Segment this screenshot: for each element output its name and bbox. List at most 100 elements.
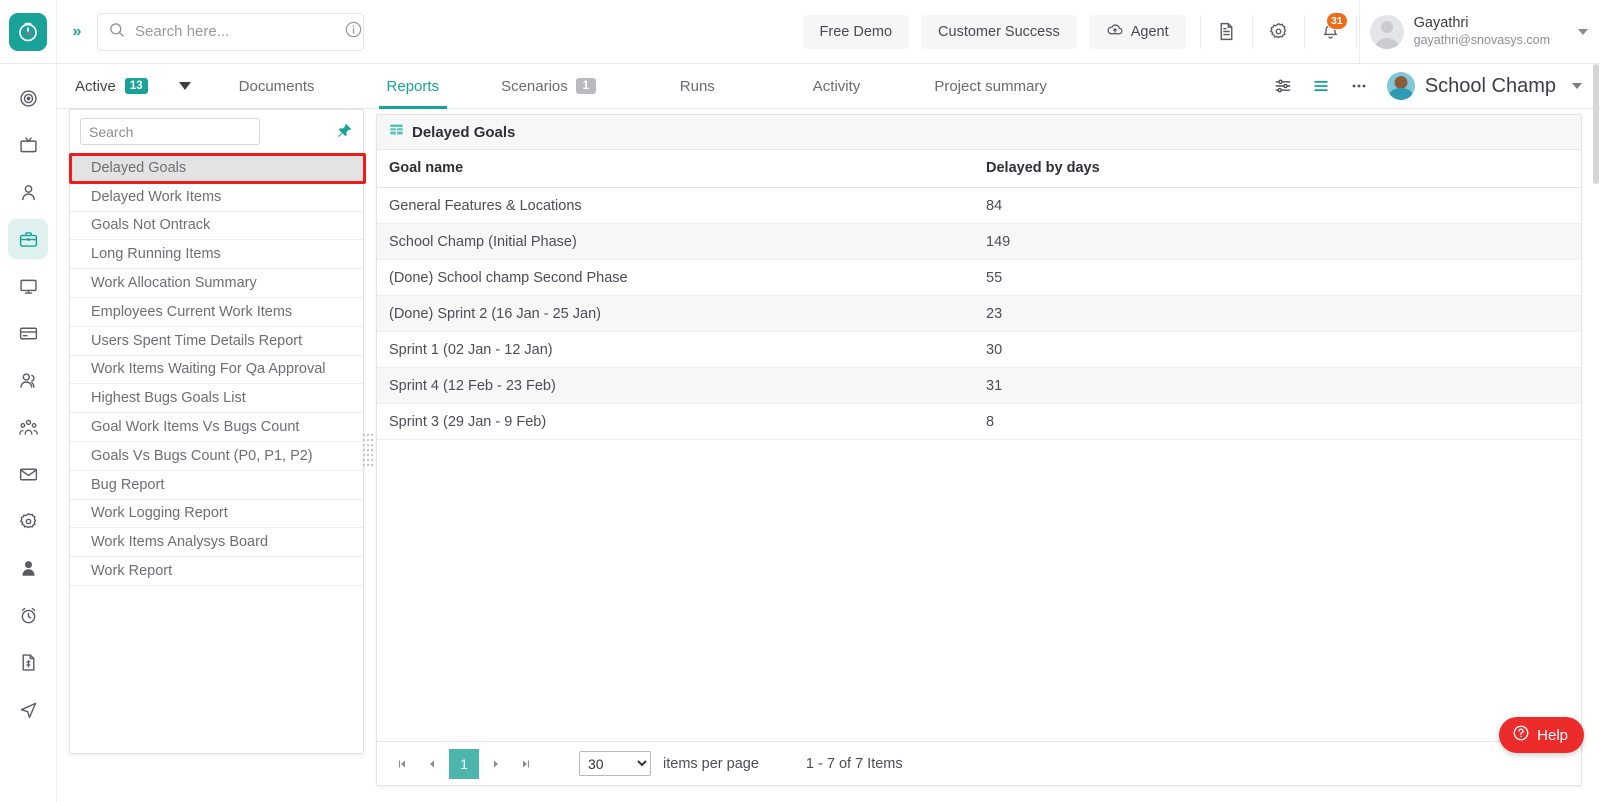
sidebar-item-card[interactable]	[8, 313, 48, 353]
sidebar-item-mail[interactable]	[8, 454, 48, 494]
list-item-label: Work Report	[91, 563, 173, 580]
panel-title-bar: Delayed Goals	[377, 115, 1581, 150]
list-item-label: Goal Work Items Vs Bugs Count	[91, 419, 300, 436]
chevron-down-icon[interactable]	[1578, 28, 1588, 35]
tab-project-summary-label: Project summary	[934, 77, 1047, 95]
document-icon[interactable]	[1203, 0, 1250, 64]
table-row[interactable]: (Done) School champ Second Phase 55	[377, 259, 1581, 296]
sidebar-item-person[interactable]	[8, 172, 48, 212]
list-item[interactable]: Work Items Waiting For Qa Approval	[70, 356, 363, 385]
more-options-icon[interactable]	[1349, 76, 1369, 96]
items-per-page-label: items per page	[663, 755, 759, 772]
page-scrollbar[interactable]	[1593, 64, 1599, 802]
column-header-delayed-days[interactable]: Delayed by days	[974, 150, 1581, 188]
help-button[interactable]: Help	[1499, 717, 1584, 753]
list-item[interactable]: Highest Bugs Goals List	[70, 384, 363, 414]
app-logo-icon[interactable]	[9, 12, 47, 51]
sidebar-expand-icon[interactable]: »	[57, 23, 91, 41]
table-row[interactable]: General Features & Locations 84	[377, 187, 1581, 224]
next-page-icon[interactable]	[481, 749, 511, 779]
sidebar-item-group[interactable]	[8, 407, 48, 447]
list-item-label: Work Logging Report	[91, 505, 228, 522]
sidebar-item-briefcase[interactable]	[8, 219, 48, 259]
panel-splitter-handle[interactable]	[363, 420, 373, 480]
cell-delayed-days: 55	[974, 259, 1581, 296]
sidebar-item-send[interactable]	[8, 689, 48, 729]
sidebar-item-settings[interactable]	[8, 501, 48, 541]
chevron-down-icon[interactable]	[1572, 83, 1582, 89]
table-row[interactable]: Sprint 4 (12 Feb - 23 Feb) 31	[377, 367, 1581, 404]
active-filter-dropdown[interactable]: Active 13	[57, 78, 191, 95]
list-item[interactable]: Goals Not Ontrack	[70, 212, 363, 241]
list-item[interactable]: Employees Current Work Items	[70, 298, 363, 327]
sidebar-item-monitor[interactable]	[8, 266, 48, 306]
tab-project-summary[interactable]: Project summary	[912, 64, 1069, 109]
customer-success-button[interactable]: Customer Success	[921, 14, 1077, 49]
cell-delayed-days: 23	[974, 295, 1581, 332]
sidebar-item-target[interactable]	[8, 78, 48, 118]
table-row[interactable]: School Champ (Initial Phase) 149	[377, 223, 1581, 260]
list-item[interactable]: Long Running Items	[70, 240, 363, 270]
sidebar-item-invoice[interactable]	[8, 642, 48, 682]
project-selector[interactable]: School Champ	[1386, 72, 1582, 100]
list-item[interactable]: Work Report	[70, 557, 363, 586]
user-menu[interactable]: Gayathri gayathri@snovasys.com	[1358, 0, 1600, 64]
first-page-icon[interactable]	[387, 749, 417, 779]
notification-badge: 31	[1325, 11, 1348, 30]
sidebar-item-user-filled[interactable]	[8, 548, 48, 588]
tab-reports-label: Reports	[386, 77, 440, 95]
page-number-1[interactable]: 1	[449, 748, 479, 779]
agent-label: Agent	[1130, 23, 1169, 40]
sidebar-item-alarm-clock[interactable]	[8, 595, 48, 635]
info-circle-icon[interactable]	[344, 20, 363, 44]
list-item[interactable]: Goal Work Items Vs Bugs Count	[70, 413, 363, 442]
list-item[interactable]: Work Allocation Summary	[70, 269, 363, 298]
list-item[interactable]: Bug Report	[70, 471, 363, 500]
sidebar-item-tv[interactable]	[8, 125, 48, 165]
list-item[interactable]: Delayed Goals	[70, 154, 363, 183]
report-list-scroll[interactable]: Delayed Goals Delayed Work Items Goals N…	[70, 154, 363, 752]
list-view-icon[interactable]	[1311, 76, 1331, 96]
prev-page-icon[interactable]	[417, 749, 447, 779]
tab-scenarios-label: Scenarios	[501, 77, 568, 95]
cloud-upload-icon	[1106, 21, 1124, 43]
tab-scenarios-count: 1	[575, 78, 596, 94]
cell-goal-name: School Champ (Initial Phase)	[377, 223, 974, 260]
report-search-input[interactable]	[80, 118, 260, 145]
tab-runs[interactable]: Runs	[658, 64, 737, 109]
agent-button[interactable]: Agent	[1088, 14, 1186, 49]
active-filter-count: 13	[124, 78, 148, 94]
filter-sliders-icon[interactable]	[1273, 76, 1293, 96]
list-item[interactable]: Work Items Analysys Board	[70, 528, 363, 558]
project-name: School Champ	[1424, 74, 1556, 97]
list-item[interactable]: Goals Vs Bugs Count (P0, P1, P2)	[70, 442, 363, 471]
chevron-down-icon[interactable]	[178, 82, 191, 90]
search-input[interactable]	[135, 23, 334, 40]
list-item[interactable]: Users Spent Time Details Report	[70, 327, 363, 356]
gear-icon[interactable]	[1255, 0, 1302, 64]
table-row[interactable]: Sprint 3 (29 Jan - 9 Feb) 8	[377, 403, 1581, 440]
logo-cell	[0, 0, 57, 64]
tab-reports[interactable]: Reports	[365, 64, 462, 109]
free-demo-button[interactable]: Free Demo	[802, 14, 910, 49]
list-item[interactable]: Work Logging Report	[70, 500, 363, 529]
bell-icon[interactable]: 31	[1307, 0, 1354, 64]
tab-scenarios[interactable]: Scenarios 1	[479, 64, 618, 109]
last-page-icon[interactable]	[511, 749, 541, 779]
list-item-label: Employees Current Work Items	[91, 303, 293, 320]
tab-documents[interactable]: Documents	[217, 64, 337, 109]
items-range-label: 1 - 7 of 7 Items	[805, 755, 903, 772]
page-size-select[interactable]: 30	[579, 751, 651, 776]
column-header-goal-name[interactable]: Goal name	[377, 150, 974, 188]
search-icon	[108, 21, 125, 43]
table-row[interactable]: Sprint 1 (02 Jan - 12 Jan) 30	[377, 331, 1581, 368]
list-item[interactable]: Delayed Work Items	[70, 183, 363, 212]
grid-table-icon	[389, 122, 404, 142]
sidebar-item-users[interactable]	[8, 360, 48, 400]
table-row[interactable]: (Done) Sprint 2 (16 Jan - 25 Jan) 23	[377, 295, 1581, 332]
tab-activity[interactable]: Activity	[791, 64, 883, 109]
pin-icon[interactable]	[335, 122, 353, 145]
page-scrollbar-thumb[interactable]	[1593, 64, 1599, 184]
list-item-label: Delayed Goals	[91, 159, 187, 176]
global-search[interactable]	[97, 12, 364, 51]
